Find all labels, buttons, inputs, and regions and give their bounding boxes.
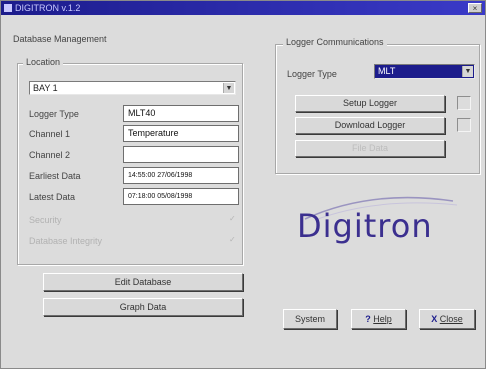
location-select-value: BAY 1 [33,83,58,93]
file-data-button[interactable]: File Data [295,140,445,157]
comms-logger-type-value: MLT [378,66,396,76]
field-label-channel-2: Channel 2 [29,150,71,160]
database-integrity-label: Database Integrity [29,236,103,246]
security-label: Security [29,215,62,225]
chevron-down-icon[interactable]: ▼ [462,66,473,77]
setup-logger-status-indicator [457,96,471,110]
help-icon: ? [365,314,371,324]
comms-logger-type-select[interactable]: MLT ▼ [374,64,475,79]
chevron-down-icon[interactable]: ▼ [223,83,234,93]
database-integrity-checkbox[interactable]: ✓ [229,235,236,244]
graph-data-button[interactable]: Graph Data [43,298,243,316]
download-logger-status-indicator [457,118,471,132]
setup-logger-button[interactable]: Setup Logger [295,95,445,112]
field-label-latest-data: Latest Data [29,192,76,202]
system-button-label: System [294,314,325,324]
help-button-label: Help [373,314,392,324]
comms-logger-type-label: Logger Type [287,69,337,79]
download-logger-button[interactable]: Download Logger [295,117,445,134]
app-icon [4,4,12,12]
window-title: DIGITRON v.1.2 [15,3,81,13]
help-button[interactable]: ? Help [351,309,406,329]
channel-1-field: Temperature [123,125,239,142]
earliest-data-field: 14:55:00 27/06/1998 [123,167,239,184]
field-label-channel-1: Channel 1 [29,129,71,139]
close-button-label: Close [439,314,463,324]
logger-communications-legend: Logger Communications [283,37,387,47]
location-legend: Location [23,57,64,67]
field-label-earliest-data: Earliest Data [29,171,81,181]
channel-2-field [123,146,239,163]
digitron-logo: Digitron [297,207,433,245]
close-button[interactable]: X Close [419,309,475,329]
location-select[interactable]: BAY 1 ▼ [29,81,236,95]
logger-type-field: MLT40 [123,105,239,122]
window-close-button[interactable]: × [468,3,482,13]
close-icon: X [431,314,438,324]
database-management-heading: Database Management [13,34,107,44]
title-bar[interactable]: DIGITRON v.1.2 × [1,1,485,15]
security-checkbox[interactable]: ✓ [229,214,236,223]
system-button[interactable]: System [283,309,337,329]
application-window: DIGITRON v.1.2 × Database Management Loc… [0,0,486,369]
edit-database-button[interactable]: Edit Database [43,273,243,291]
field-label-logger-type: Logger Type [29,109,79,119]
latest-data-field: 07:18:00 05/08/1998 [123,188,239,205]
